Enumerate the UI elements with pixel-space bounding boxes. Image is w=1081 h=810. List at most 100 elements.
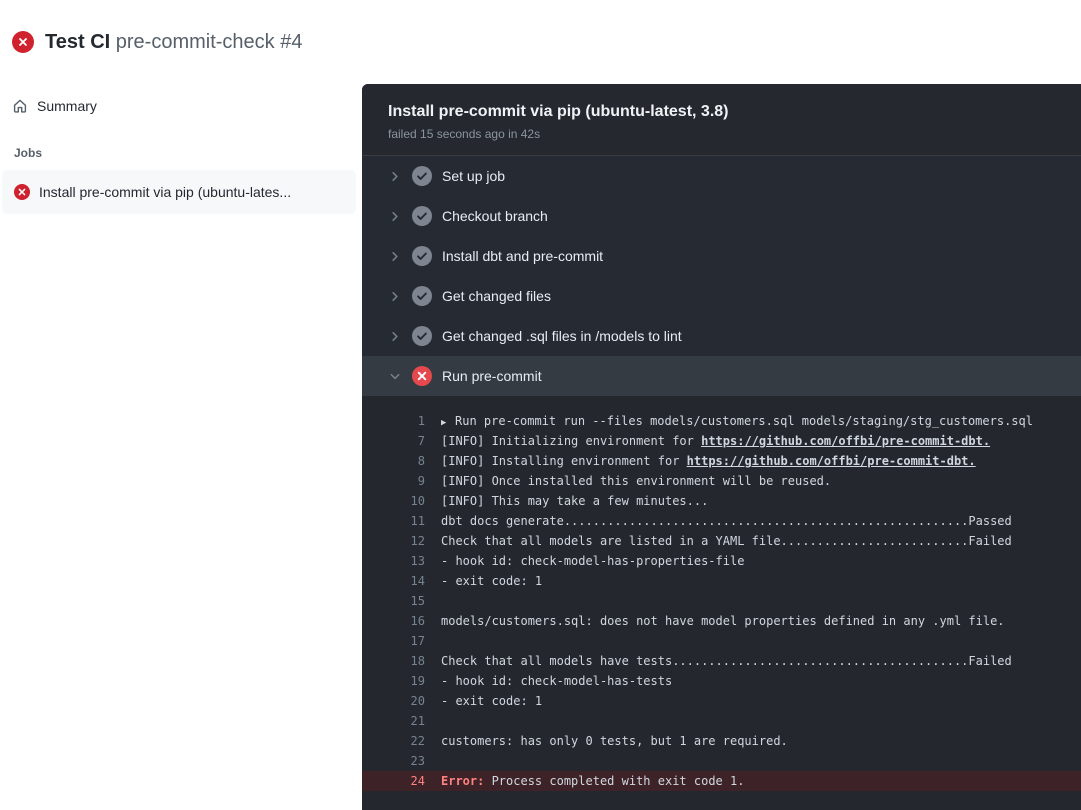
log-link[interactable]: https://github.com/offbi/pre-commit-dbt. (701, 434, 990, 448)
job-status-text: failed 15 seconds ago in 42s (388, 127, 1055, 141)
step-label: Run pre-commit (442, 368, 542, 384)
step-failed-icon (412, 366, 432, 386)
step-row[interactable]: Install dbt and pre-commit (362, 236, 1081, 276)
log-line-text: Check that all models are listed in a YA… (425, 531, 1012, 551)
page-title: Test CI pre-commit-check #4 (45, 31, 302, 54)
log-link[interactable]: https://github.com/offbi/pre-commit-dbt. (687, 454, 976, 468)
step-row[interactable]: Get changed .sql files in /models to lin… (362, 316, 1081, 356)
chevron-down-icon (389, 370, 401, 383)
job-header: Install pre-commit via pip (ubuntu-lates… (362, 84, 1081, 156)
log-text-segment: Process completed with exit code 1. (492, 774, 745, 788)
chevron-right-icon (389, 290, 401, 303)
log-line-number[interactable]: 21 (362, 711, 425, 731)
step-label: Get changed files (442, 288, 551, 304)
log-text-segment: - exit code: 1 (441, 694, 542, 708)
log-line-text: [INFO] Initializing environment for http… (425, 431, 990, 451)
log-line-number[interactable]: 17 (362, 631, 425, 651)
log-line-number[interactable]: 13 (362, 551, 425, 571)
log-line: 15 (362, 591, 1081, 611)
log-line-number[interactable]: 24 (362, 771, 425, 791)
log-text-segment: Check that all models are listed in a YA… (441, 534, 1012, 548)
log-line-number[interactable]: 9 (362, 471, 425, 491)
log-line-number[interactable]: 12 (362, 531, 425, 551)
step-label: Set up job (442, 168, 505, 184)
log-line-text: models/customers.sql: does not have mode… (425, 611, 1005, 631)
step-label: Install dbt and pre-commit (442, 248, 603, 264)
log-line: 11 dbt docs generate.....................… (362, 511, 1081, 531)
step-row[interactable]: Get changed files (362, 276, 1081, 316)
expand-triangle-icon[interactable]: ▶ (441, 413, 455, 433)
log-line-text: ▶Run pre-commit run --files models/custo… (425, 411, 1033, 431)
log-line: 1▶Run pre-commit run --files models/cust… (362, 411, 1081, 431)
log-text-segment: customers: has only 0 tests, but 1 are r… (441, 734, 788, 748)
steps-list: Set up job Checkout branch Install dbt and… (362, 156, 1081, 396)
workflow-name: Test CI (45, 31, 110, 53)
log-line-number[interactable]: 11 (362, 511, 425, 531)
log-line-number[interactable]: 10 (362, 491, 425, 511)
log-line-number[interactable]: 16 (362, 611, 425, 631)
log-line: 21 (362, 711, 1081, 731)
log-text-segment: [INFO] This may take a few minutes... (441, 494, 708, 508)
log-line-number[interactable]: 20 (362, 691, 425, 711)
log-line-number[interactable]: 15 (362, 591, 425, 611)
log-line: 7[INFO] Initializing environment for htt… (362, 431, 1081, 451)
log-line-number[interactable]: 14 (362, 571, 425, 591)
log-text-segment: - exit code: 1 (441, 574, 542, 588)
log-line-text: - exit code: 1 (425, 571, 542, 591)
log-line: 12 Check that all models are listed in a … (362, 531, 1081, 551)
log-line-text: - hook id: check-model-has-properties-fi… (425, 551, 744, 571)
log-line: 16models/customers.sql: does not have mo… (362, 611, 1081, 631)
log-line: 14 - exit code: 1 (362, 571, 1081, 591)
step-success-icon (412, 246, 432, 266)
log-line-text: - exit code: 1 (425, 691, 542, 711)
sidebar-job-item[interactable]: Install pre-commit via pip (ubuntu-lates… (2, 170, 356, 214)
log-line-number[interactable]: 19 (362, 671, 425, 691)
chevron-right-icon (389, 330, 401, 343)
workflow-run-page: Test CI pre-commit-check #4 Summary Jobs… (0, 0, 1081, 810)
log-line-text (425, 591, 441, 611)
sidebar-item-summary[interactable]: Summary (0, 90, 362, 122)
log-line-text: [INFO] Installing environment for https:… (425, 451, 976, 471)
log-line-text (425, 751, 441, 771)
log-line-number[interactable]: 22 (362, 731, 425, 751)
log-text-segment: [INFO] Once installed this environment w… (441, 474, 831, 488)
job-failed-icon (14, 184, 30, 200)
log-line-text: Check that all models have tests........… (425, 651, 1012, 671)
log-line: 19 - hook id: check-model-has-tests (362, 671, 1081, 691)
log-text-segment: - hook id: check-model-has-tests (441, 674, 672, 688)
log-line-number[interactable]: 8 (362, 451, 425, 471)
chevron-right-icon (389, 210, 401, 223)
step-row[interactable]: Checkout branch (362, 196, 1081, 236)
job-title: Install pre-commit via pip (ubuntu-lates… (388, 102, 1055, 122)
log-text-segment: Check that all models have tests........… (441, 654, 1012, 668)
log-text-segment: - hook id: check-model-has-properties-fi… (441, 554, 744, 568)
log-line-text (425, 631, 441, 651)
run-header: Test CI pre-commit-check #4 (0, 0, 1081, 84)
step-success-icon (412, 326, 432, 346)
sidebar: Summary Jobs Install pre-commit via pip … (0, 84, 362, 810)
log-line-number[interactable]: 23 (362, 751, 425, 771)
log-line-number[interactable]: 7 (362, 431, 425, 451)
run-name: pre-commit-check #4 (116, 31, 303, 53)
step-row[interactable]: Run pre-commit (362, 356, 1081, 396)
log-line: 9 [INFO] Once installed this environment … (362, 471, 1081, 491)
log-output[interactable]: 1▶Run pre-commit run --files models/cust… (362, 396, 1081, 810)
jobs-list: Install pre-commit via pip (ubuntu-lates… (0, 170, 362, 214)
log-line-text: - hook id: check-model-has-tests (425, 671, 672, 691)
error-label: Error: (441, 774, 492, 788)
log-line-number[interactable]: 1 (362, 411, 425, 431)
x-circle-icon (12, 31, 34, 53)
summary-label: Summary (37, 98, 97, 114)
log-line-number[interactable]: 18 (362, 651, 425, 671)
log-line-text: [INFO] This may take a few minutes... (425, 491, 708, 511)
job-log-panel: Install pre-commit via pip (ubuntu-lates… (362, 84, 1081, 810)
job-label: Install pre-commit via pip (ubuntu-lates… (39, 184, 291, 200)
log-line: 22 customers: has only 0 tests, but 1 are… (362, 731, 1081, 751)
log-line-text: [INFO] Once installed this environment w… (425, 471, 831, 491)
log-line: 10 [INFO] This may take a few minutes... (362, 491, 1081, 511)
log-line-text: Error: Process completed with exit code … (425, 771, 744, 791)
step-success-icon (412, 286, 432, 306)
step-row[interactable]: Set up job (362, 156, 1081, 196)
log-text-segment: dbt docs generate.......................… (441, 514, 1012, 528)
log-text-segment: [INFO] Installing environment for (441, 454, 687, 468)
